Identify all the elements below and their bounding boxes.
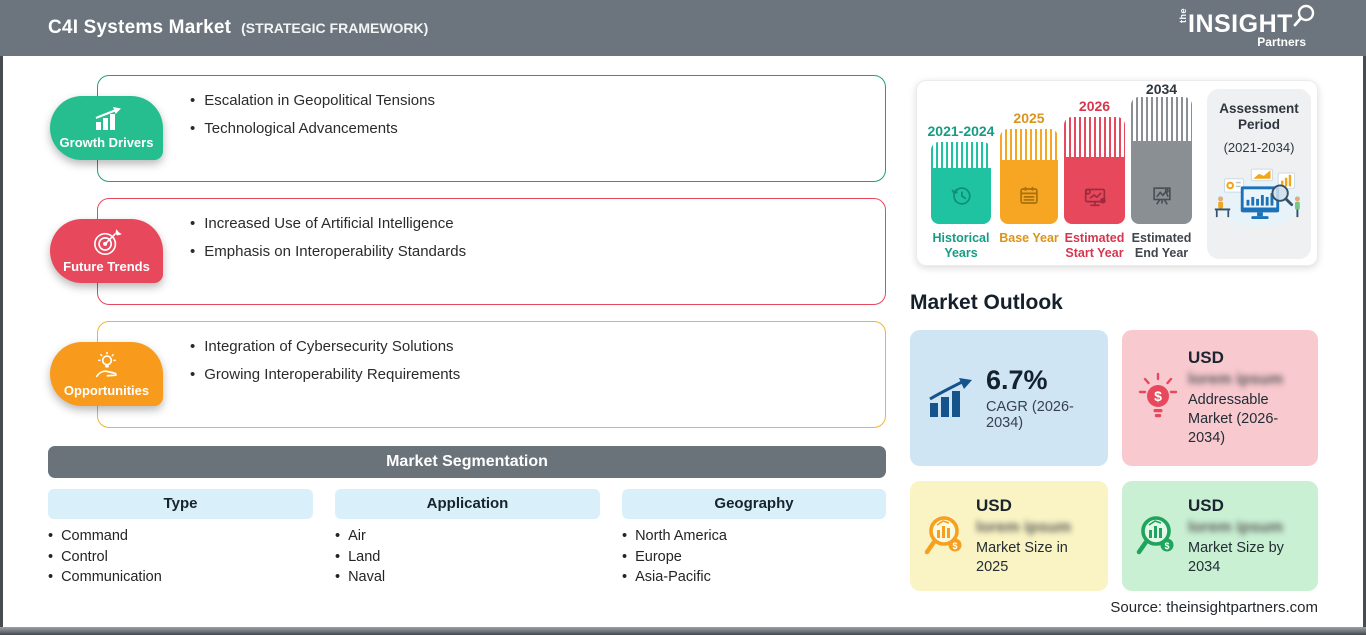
bar-stripes (1000, 129, 1058, 160)
application-list: Air Land Naval (335, 526, 600, 588)
cagr-value: 6.7% (986, 365, 1048, 395)
magnifier-icon (1293, 4, 1315, 27)
presentation-easel-icon (1152, 187, 1171, 205)
growth-chart-icon (95, 106, 121, 130)
bar-body (1000, 160, 1058, 224)
market-size-2025-card: $ USD lorem ipsum Market Size in 2025 (910, 481, 1108, 591)
page-subtitle: (STRATEGIC FRAMEWORK) (241, 20, 429, 36)
bar-caption: Estimated Start Year (1064, 231, 1125, 260)
list-item: Command (48, 526, 313, 547)
historical-years-bar (931, 142, 991, 224)
infographic-canvas: C4I Systems Market (STRATEGIC FRAMEWORK)… (0, 0, 1366, 635)
page-title: C4I Systems Market (48, 17, 232, 38)
year-label: 2026 (1078, 98, 1111, 114)
calendar-icon (1020, 186, 1038, 204)
bar-caption: Estimated End Year (1131, 231, 1192, 260)
list-item: Increased Use of Artificial Intelligence (190, 215, 865, 232)
card-caption: Market Size in 2025 (976, 539, 1068, 575)
market-outlook-title: Market Outlook (910, 291, 1063, 314)
list-item: Technological Advancements (190, 120, 865, 137)
geography-list: North America Europe Asia-Pacific (622, 526, 886, 588)
badge-label: Opportunities (63, 382, 150, 398)
analytics-illustration (1213, 168, 1305, 227)
history-clock-icon (951, 187, 971, 205)
badge-label: Future Trends (63, 258, 150, 274)
bulb-dollar-icon: $ (1138, 372, 1178, 418)
header: C4I Systems Market (STRATEGIC FRAMEWORK)… (0, 0, 1366, 56)
redacted-value: lorem ipsum (1188, 371, 1284, 388)
opportunities-badge: Opportunities (50, 342, 163, 406)
year-label: 2034 (1145, 81, 1178, 97)
market-size-2034-card: $ USD lorem ipsum Market Size by 2034 (1122, 481, 1318, 591)
bar-stripes (1131, 97, 1192, 141)
monitor-chart-icon (1084, 188, 1106, 207)
future-trends-box: Increased Use of Artificial Intelligence… (97, 198, 886, 305)
footer-bar (0, 627, 1366, 635)
bulb-hand-icon (95, 351, 117, 377)
estimated-end-year-bar (1131, 97, 1192, 224)
list-item: Emphasis on Interoperability Standards (190, 243, 865, 260)
svg-text:$: $ (1164, 541, 1169, 551)
growth-drivers-badge: Growth Drivers (50, 96, 163, 160)
card-caption: Market Size by 2034 (1188, 539, 1284, 575)
list-item: Europe (622, 547, 886, 568)
addressable-market-card: $ USD lorem ipsum Addressable Market (20… (1122, 330, 1318, 466)
opportunities-box: Integration of Cybersecurity Solutions G… (97, 321, 886, 428)
type-list: Command Control Communication (48, 526, 313, 588)
list-item: Air (335, 526, 600, 547)
estimated-start-year-bar (1064, 117, 1125, 224)
list-item: Control (48, 547, 313, 568)
segment-column-application: Application (335, 489, 600, 519)
source-link[interactable]: Source: theinsightpartners.com (1110, 599, 1318, 616)
redacted-value: lorem ipsum (1188, 518, 1284, 536)
bar-body (1131, 141, 1192, 224)
market-segmentation-header: Market Segmentation (48, 446, 886, 478)
redacted-value: lorem ipsum (976, 518, 1072, 536)
list-item: North America (622, 526, 886, 547)
segment-column-type: Type (48, 489, 313, 519)
cagr-card: 6.7% CAGR (2026-2034) (910, 330, 1108, 466)
list-item: Communication (48, 567, 313, 588)
bar-body (931, 168, 991, 224)
svg-text:$: $ (952, 541, 957, 551)
logo-the-text: the (1178, 8, 1188, 23)
currency-label: USD (1188, 348, 1224, 367)
card-caption: Addressable Market (2026-2034) (1188, 392, 1279, 446)
list-item: Integration of Cybersecurity Solutions (190, 338, 865, 355)
bar-stripes (1064, 117, 1125, 157)
bar-stripes (931, 142, 991, 168)
cagr-label: CAGR (2026-2034) (986, 399, 1074, 431)
segment-column-geography: Geography (622, 489, 886, 519)
list-item: Growing Interoperability Requirements (190, 366, 865, 383)
currency-label: USD (1188, 495, 1224, 515)
assessment-period-panel: Assessment Period (2021-2034) (1207, 89, 1311, 259)
bar-caption: Base Year (999, 231, 1059, 245)
assessment-period-range: (2021-2034) (1223, 140, 1295, 155)
future-trends-badge: Future Trends (50, 219, 163, 283)
insight-partners-logo[interactable]: the INSIGHT Partners (1178, 4, 1315, 50)
assessment-period-title: Assessment Period (1219, 101, 1299, 132)
badge-label: Growth Drivers (59, 134, 154, 150)
base-year-bar (1000, 129, 1058, 224)
assessment-timeline-panel: 2021-2024 2025 2026 2034 Historical Year… (916, 80, 1318, 266)
currency-label: USD (976, 495, 1012, 515)
list-item: Escalation in Geopolitical Tensions (190, 92, 865, 109)
magnifier-chart-icon: $ (924, 516, 962, 555)
future-trends-list: Increased Use of Artificial Intelligence… (190, 215, 865, 260)
list-item: Naval (335, 567, 600, 588)
list-item: Land (335, 547, 600, 568)
growth-bars-icon (929, 378, 972, 417)
growth-drivers-box: Escalation in Geopolitical Tensions Tech… (97, 75, 886, 182)
bar-caption: Historical Years (932, 231, 990, 260)
frame-border-left (0, 56, 3, 635)
list-item: Asia-Pacific (622, 567, 886, 588)
target-icon (93, 228, 122, 255)
opportunities-list: Integration of Cybersecurity Solutions G… (190, 338, 865, 383)
svg-text:$: $ (1154, 388, 1162, 404)
growth-drivers-list: Escalation in Geopolitical Tensions Tech… (190, 92, 865, 137)
bar-body (1064, 157, 1125, 224)
logo-partners-text: Partners (1257, 35, 1306, 49)
magnifier-chart-icon: $ (1136, 516, 1174, 555)
